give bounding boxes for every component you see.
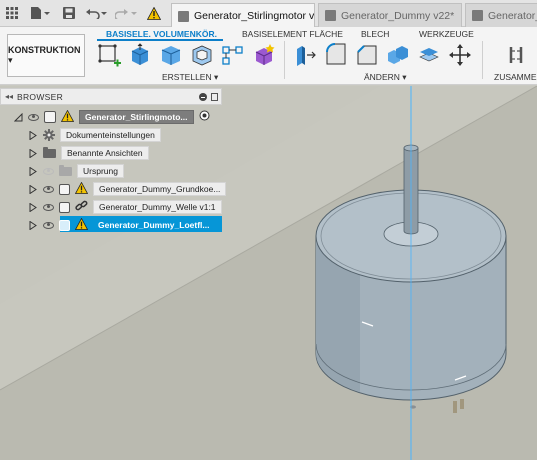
- browser-item-named-views[interactable]: Benannte Ansichten: [29, 145, 149, 161]
- warning-icon: [60, 109, 75, 125]
- folder-icon: [59, 164, 72, 176]
- warning-icon[interactable]: [146, 4, 162, 22]
- chamfer-icon[interactable]: [354, 42, 380, 68]
- create-form-icon[interactable]: [251, 42, 277, 68]
- joint-icon[interactable]: [503, 42, 529, 68]
- workspace-switcher-button[interactable]: KONSTRUKTION ▾: [7, 34, 85, 77]
- fillet-icon[interactable]: [323, 42, 349, 68]
- collapsed-triangle-icon[interactable]: [29, 130, 37, 140]
- tab-label: Generator_Dummy v22*: [341, 9, 455, 22]
- close-tab-icon[interactable]: ✕: [461, 9, 462, 22]
- link-icon: [75, 200, 88, 215]
- browser-item-loetflaeche-selected[interactable]: Generator_Dummy_Loetfl...: [29, 217, 215, 233]
- offset-face-icon[interactable]: [416, 42, 442, 68]
- active-tab-indicator: [97, 39, 223, 41]
- visibility-icon[interactable]: [43, 203, 54, 211]
- visibility-icon[interactable]: [43, 185, 54, 193]
- browser-item-label[interactable]: Benannte Ansichten: [61, 146, 149, 160]
- shell-icon[interactable]: [189, 42, 215, 68]
- create-group-label[interactable]: ERSTELLEN ▾: [162, 72, 218, 83]
- browser-item-label[interactable]: Dokumenteinstellungen: [60, 128, 161, 142]
- browser-root-item[interactable]: Generator_Stirlingmoto...: [14, 109, 210, 125]
- tab-generator-d[interactable]: Generator_D: [465, 3, 537, 27]
- collapse-browser-icon[interactable]: ◂◂: [1, 92, 17, 101]
- file-menu-icon[interactable]: [29, 4, 51, 22]
- browser-item-origin[interactable]: Ursprung: [29, 163, 124, 179]
- browser-item-welle[interactable]: Generator_Dummy_Welle v1:1: [29, 199, 222, 215]
- extrude-icon[interactable]: [127, 42, 153, 68]
- collapsed-triangle-icon[interactable]: [29, 184, 37, 194]
- component-icon: [59, 183, 70, 195]
- ribbon-separator: [482, 41, 483, 79]
- undo-icon[interactable]: [84, 4, 110, 22]
- collapsed-triangle-icon[interactable]: [29, 148, 37, 158]
- visibility-off-icon[interactable]: [43, 167, 54, 175]
- save-icon[interactable]: [62, 4, 76, 22]
- tab-blech[interactable]: BLECH: [361, 29, 389, 39]
- component-icon: [44, 111, 56, 123]
- document-icon: [472, 10, 483, 21]
- collapsed-triangle-icon[interactable]: [29, 166, 37, 176]
- tab-werkzeuge[interactable]: WERKZEUGE: [419, 29, 474, 39]
- tab-label: Generator_D: [488, 9, 537, 22]
- toolbar-ribbon: KONSTRUKTION ▾ BASISELE. VOLUMENKÖR. BAS…: [0, 27, 537, 85]
- browser-item-label[interactable]: Generator_Dummy_Grundkoe...: [93, 182, 227, 196]
- tab-generator-dummy[interactable]: Generator_Dummy v22* ✕: [318, 3, 462, 27]
- tab-label: Generator_Stirlingmotor v1*: [194, 10, 315, 22]
- tab-basiselement-flaeche[interactable]: BASISELEMENT FLÄCHE: [242, 29, 343, 39]
- component-icon: [59, 219, 70, 231]
- collapsed-triangle-icon[interactable]: [29, 202, 37, 212]
- redo-icon[interactable]: [114, 4, 140, 22]
- new-sketch-icon[interactable]: [96, 42, 122, 68]
- app-grid-icon[interactable]: [5, 4, 19, 22]
- browser-title: BROWSER: [17, 91, 64, 102]
- modify-group-label[interactable]: ÄNDERN ▾: [364, 72, 407, 83]
- box-icon[interactable]: [158, 42, 184, 68]
- tab-bar: Generator_Stirlingmotor v1* ✕ Generator_…: [0, 0, 537, 28]
- visibility-icon[interactable]: [43, 221, 54, 229]
- browser-header: ◂◂ BROWSER: [0, 88, 222, 105]
- pin-panel-icon[interactable]: [211, 93, 218, 101]
- tab-basiselement-volumenkoerper[interactable]: BASISELE. VOLUMENKÖR.: [106, 29, 217, 39]
- component-icon: [59, 201, 70, 213]
- warning-icon: [74, 181, 89, 197]
- browser-item-label[interactable]: Generator_Dummy_Loetfl...: [93, 218, 215, 232]
- browser-item-document-settings[interactable]: Dokumenteinstellungen: [29, 127, 161, 143]
- tab-generator-stirlingmotor[interactable]: Generator_Stirlingmotor v1* ✕: [171, 3, 315, 28]
- root-component-label[interactable]: Generator_Stirlingmoto...: [79, 110, 194, 124]
- expanded-triangle-icon[interactable]: [14, 112, 23, 122]
- collapsed-triangle-icon[interactable]: [29, 220, 37, 230]
- move-icon[interactable]: [447, 42, 473, 68]
- combine-icon[interactable]: [385, 42, 411, 68]
- ribbon-separator: [284, 41, 285, 79]
- document-icon: [325, 10, 336, 21]
- document-icon: [178, 10, 189, 22]
- press-pull-icon[interactable]: [292, 42, 318, 68]
- assemble-group-label[interactable]: ZUSAMMEN: [494, 72, 537, 82]
- browser-item-grundkoerper[interactable]: Generator_Dummy_Grundkoe...: [29, 181, 227, 197]
- visibility-icon[interactable]: [28, 113, 39, 121]
- minimize-icon[interactable]: [199, 93, 207, 101]
- gear-icon: [43, 129, 55, 141]
- browser-item-label[interactable]: Generator_Dummy_Welle v1:1: [93, 200, 222, 214]
- rectangle-pattern-icon[interactable]: [220, 42, 246, 68]
- browser-item-label[interactable]: Ursprung: [77, 164, 124, 178]
- activate-radio-icon[interactable]: [199, 110, 210, 124]
- warning-icon: [74, 217, 89, 233]
- folder-icon: [43, 146, 56, 158]
